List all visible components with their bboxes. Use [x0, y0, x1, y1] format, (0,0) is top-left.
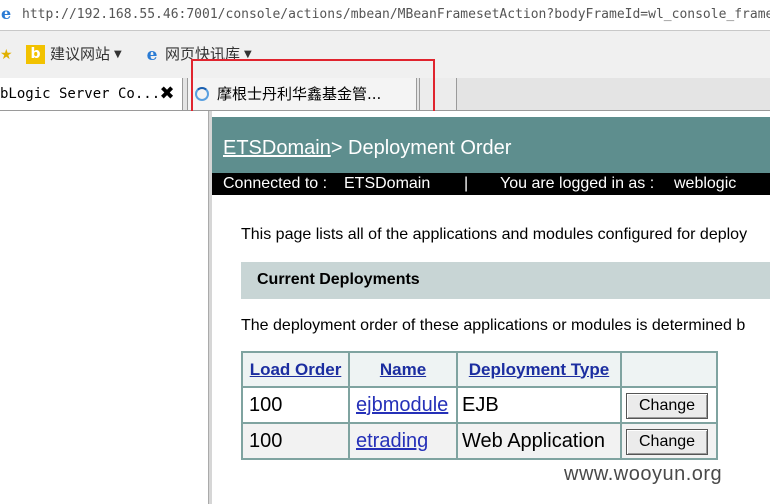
page-title-suffix: > Deployment Order — [330, 137, 512, 159]
tab-title: bLogic Server Co... — [0, 86, 161, 102]
logged-in-label: You are logged in as : — [500, 175, 655, 192]
col-deployment-type[interactable]: Deployment Type — [458, 353, 620, 386]
load-order-cell: 100 — [243, 388, 348, 422]
table-header-row: Load Order Name Deployment Type — [243, 353, 716, 386]
page-title: ETSDomain> Deployment Order — [223, 135, 511, 161]
chevron-down-icon: ▼ — [114, 48, 122, 60]
table-row: 100 etrading Web Application Change — [243, 424, 716, 458]
col-actions — [622, 353, 716, 386]
change-button[interactable]: Change — [626, 428, 709, 455]
deployments-table: Load Order Name Deployment Type 100 ejbm… — [241, 351, 718, 460]
ie-page-icon: e — [146, 44, 158, 65]
tab-fund-site[interactable]: 摩根士丹利华鑫基金管... — [187, 78, 417, 110]
action-cell: Change — [622, 424, 716, 458]
favorites-bar: ★ b 建议网站 ▼ e 网页快讯库 ▼ — [0, 31, 770, 78]
action-cell: Change — [622, 388, 716, 422]
intro-text: This page lists all of the applications … — [241, 226, 748, 243]
section-header: Current Deployments — [241, 262, 770, 299]
connected-label: Connected to : — [223, 175, 328, 192]
new-tab-button[interactable] — [419, 78, 457, 110]
type-cell: Web Application — [458, 424, 620, 458]
connected-domain: ETSDomain — [344, 175, 431, 192]
name-cell: etrading — [350, 424, 456, 458]
address-bar[interactable]: e http://192.168.55.46:7001/console/acti… — [0, 0, 770, 31]
close-icon[interactable]: ✖ — [157, 78, 177, 110]
type-cell: EJB — [458, 388, 620, 422]
ie-icon: e — [1, 4, 12, 23]
connection-status-bar: Connected to : ETSDomain | You are logge… — [212, 173, 770, 195]
col-load-order[interactable]: Load Order — [243, 353, 348, 386]
section-title: Current Deployments — [257, 271, 420, 288]
load-order-cell: 100 — [243, 424, 348, 458]
status-separator: | — [464, 175, 469, 192]
tab-bar: bLogic Server Co... ✖ 摩根士丹利华鑫基金管... — [0, 78, 770, 111]
fav-web-slice-gallery[interactable]: e 网页快讯库 ▼ — [143, 43, 252, 65]
name-cell: ejbmodule — [350, 388, 456, 422]
fav-suggested-sites[interactable]: b 建议网站 ▼ — [26, 43, 122, 65]
table-row: 100 ejbmodule EJB Change — [243, 388, 716, 422]
watermark-text: www.wooyun.org — [564, 463, 723, 485]
deployment-order-note: The deployment order of these applicatio… — [241, 317, 746, 334]
logged-in-user: weblogic — [674, 175, 737, 192]
change-button[interactable]: Change — [626, 392, 709, 419]
left-nav-pane — [0, 111, 209, 504]
loading-icon — [195, 87, 209, 101]
tab-title: 摩根士丹利华鑫基金管... — [217, 85, 382, 103]
app-link[interactable]: etrading — [356, 430, 428, 452]
chevron-down-icon: ▼ — [244, 48, 252, 60]
page-banner: ETSDomain> Deployment Order — [212, 117, 770, 179]
tab-weblogic-console[interactable]: bLogic Server Co... ✖ — [0, 78, 183, 110]
content-frame: ETSDomain> Deployment Order Connected to… — [212, 111, 770, 504]
col-name[interactable]: Name — [350, 353, 456, 386]
address-url[interactable]: http://192.168.55.46:7001/console/action… — [22, 7, 770, 23]
domain-link[interactable]: ETSDomain — [223, 137, 331, 159]
app-link[interactable]: ejbmodule — [356, 394, 448, 416]
bing-icon: b — [26, 45, 45, 64]
favorites-star-icon[interactable]: ★ — [0, 43, 13, 65]
